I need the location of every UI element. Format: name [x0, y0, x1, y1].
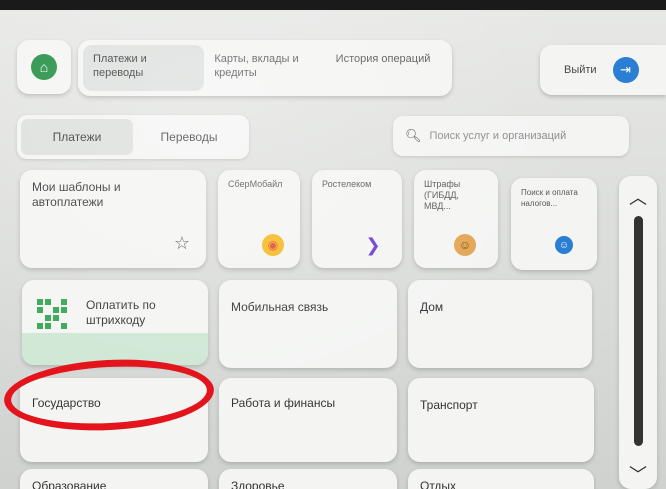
tile-work-finance[interactable]: Работа и финансы [219, 378, 397, 462]
tile-education-label: Образование [32, 479, 107, 489]
tile-mobile[interactable]: Мобильная связь [219, 280, 397, 368]
tile-education[interactable]: Образование [20, 469, 208, 489]
tile-transport-label: Транспорт [420, 398, 478, 412]
chevron-up-icon[interactable]: ︿ [619, 184, 657, 210]
logout-icon: ⇥ [612, 57, 639, 83]
tile-rostelecom[interactable]: Ростелеком ❯ [312, 170, 402, 268]
tile-health[interactable]: Здоровье [219, 469, 397, 489]
tax-logo-icon: ☺ [555, 236, 573, 254]
search-input[interactable] [427, 129, 617, 143]
payments-transfers-switch: Платежи Переводы [17, 115, 249, 159]
tile-rostelecom-label: Ростелеком [322, 179, 372, 189]
tab-cards-deposits-loans[interactable]: Карты, вклады и кредиты [204, 45, 325, 91]
tile-leisure-label: Отдых [420, 479, 457, 489]
tile-mobile-label: Мобильная связь [231, 300, 329, 314]
tile-health-label: Здоровье [231, 479, 285, 489]
scrollbar[interactable]: ︿ ﹀ [619, 176, 657, 489]
tab-payments-transfers[interactable]: Платежи и переводы [83, 45, 205, 91]
tile-templates-label: Мои шаблоны и автоплатежи [32, 180, 121, 209]
tile-home-label: Дом [420, 300, 444, 314]
search-box[interactable]: 🔍︎ [393, 116, 629, 156]
logout-label: Выйти [564, 64, 597, 76]
chevron-down-icon[interactable]: ﹀ [619, 461, 657, 487]
main-nav: Платежи и переводы Карты, вклады и креди… [78, 40, 452, 96]
tile-work-finance-label: Работа и финансы [231, 396, 336, 410]
tile-fines-label: Штрафы (ГИБДД, МВД... [424, 179, 461, 211]
tile-transport[interactable]: Транспорт [408, 378, 594, 462]
sbermobile-logo-icon: ◉ [262, 234, 284, 256]
tile-sbermobile[interactable]: СберМобайл ◉ [218, 170, 300, 268]
qr-code-icon [36, 298, 68, 330]
tab-operations-history[interactable]: История операций [326, 45, 447, 91]
tile-tax-search[interactable]: Поиск и оплата налогов... ☺ [511, 178, 597, 270]
tile-sbermobile-label: СберМобайл [228, 179, 283, 189]
tile-pay-by-barcode-label: Оплатить по штрихкоду [86, 298, 156, 327]
scrollbar-thumb[interactable] [634, 216, 643, 446]
tile-fines[interactable]: Штрафы (ГИБДД, МВД... ☺ [414, 170, 498, 268]
segment-payments[interactable]: Платежи [21, 119, 133, 155]
tile-templates[interactable]: Мои шаблоны и автоплатежи ☆ [20, 170, 206, 268]
segment-transfers[interactable]: Переводы [133, 119, 245, 155]
search-icon: 🔍︎ [405, 128, 422, 143]
tile-tax-search-label: Поиск и оплата налогов... [521, 188, 578, 208]
home-icon: ⌂ [31, 54, 57, 80]
star-icon: ☆ [173, 233, 190, 253]
rostelecom-logo-icon: ❯ [365, 234, 381, 255]
logout-button[interactable]: Выйти ⇥ [540, 45, 666, 95]
tile-pay-by-barcode[interactable]: Оплатить по штрихкоду [22, 280, 208, 365]
tile-leisure[interactable]: Отдых [408, 469, 594, 489]
home-button[interactable]: ⌂ [17, 40, 71, 94]
fines-logo-icon: ☺ [454, 234, 476, 256]
tile-home[interactable]: Дом [408, 280, 592, 368]
